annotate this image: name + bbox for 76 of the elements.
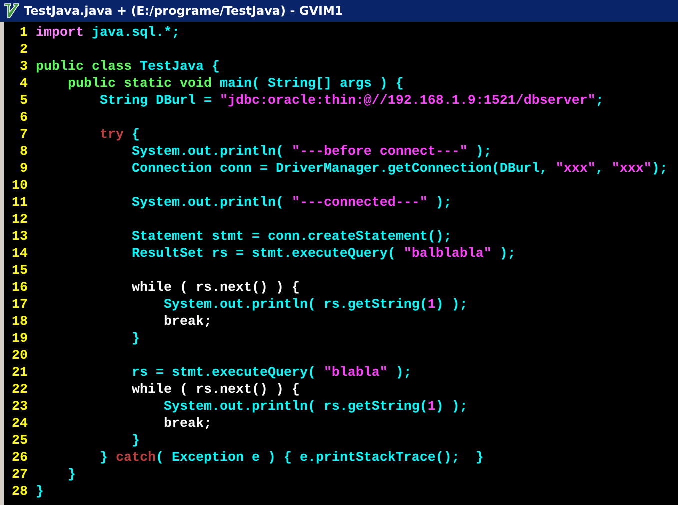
code-text: System.out.println( rs.getString(	[162, 297, 428, 314]
line-number: 24	[11, 416, 28, 433]
string-literal: "jdbc:oracle:thin:@//192.168.1.9:1521/dbserver"	[220, 93, 596, 110]
line-number: 4	[19, 76, 28, 93]
string-literal: "balblabla"	[404, 246, 492, 263]
code-text: Connection conn = DriverManager.getConnection(DBurl,	[130, 161, 549, 178]
string-literal: "blabla"	[324, 365, 388, 382]
keyword: public class	[36, 59, 132, 76]
code-text: );	[394, 365, 412, 382]
code-text: System.out.println(	[130, 144, 285, 161]
vim-logo-icon	[4, 3, 20, 19]
keyword: catch	[116, 450, 156, 467]
line-number: 11	[11, 195, 28, 212]
keyword: try	[98, 127, 124, 144]
code-text: String DBurl =	[98, 93, 213, 110]
line-number: 20	[11, 348, 28, 365]
window-title: TestJava.java + (E:/programe/TestJava) - GVIM1	[24, 4, 344, 18]
line-number: 6	[19, 110, 28, 127]
code-text: );	[498, 246, 516, 263]
line-number: 15	[11, 263, 28, 280]
code-text: ) );	[436, 297, 468, 314]
keyword: break;	[162, 416, 212, 433]
code-text: );	[474, 144, 492, 161]
string-literal: "---connected---"	[292, 195, 428, 212]
line-number: 5	[19, 93, 28, 110]
code-text: {	[130, 127, 140, 144]
line-number: 10	[11, 178, 28, 195]
code-text: TestJava {	[138, 59, 220, 76]
code-text: );	[652, 161, 668, 178]
code-text: );	[434, 195, 452, 212]
code-text: }	[36, 484, 44, 501]
keyword: break;	[162, 314, 212, 331]
code-text: ) );	[436, 399, 468, 416]
code-text: ,	[596, 161, 605, 178]
line-number: 25	[11, 433, 28, 450]
keyword: public static void	[66, 76, 212, 93]
code-text: ResultSet rs = stmt.executeQuery(	[130, 246, 397, 263]
line-number: 19	[11, 331, 28, 348]
line-number: 27	[11, 467, 28, 484]
line-number: 18	[11, 314, 28, 331]
code-text: }	[130, 433, 140, 450]
line-number: 17	[11, 297, 28, 314]
code-text: }	[130, 331, 140, 348]
code-text: System.out.println( rs.getString(	[162, 399, 428, 416]
string-literal: "---before connect---"	[292, 144, 468, 161]
line-number: 14	[11, 246, 28, 263]
line-number: 3	[19, 59, 28, 76]
line-number: 9	[19, 161, 28, 178]
code-text: }	[98, 450, 109, 467]
keyword: import	[36, 25, 84, 42]
code-text: System.out.println(	[130, 195, 285, 212]
code-text: ;	[596, 93, 604, 110]
keyword: while ( rs.next() ) {	[130, 280, 300, 297]
line-number: 16	[11, 280, 28, 297]
number-literal: 1	[428, 399, 436, 416]
code-text: java.sql.*;	[90, 25, 180, 42]
code-text: Statement stmt = conn.createStatement();	[130, 229, 452, 246]
number-literal: 1	[428, 297, 436, 314]
line-number: 23	[11, 399, 28, 416]
line-number: 26	[11, 450, 28, 467]
line-number: 22	[11, 382, 28, 399]
line-number: 8	[19, 144, 28, 161]
line-number: 1	[19, 25, 28, 42]
code-text: main( String[] args ) {	[218, 76, 404, 93]
line-number: 2	[19, 42, 28, 59]
string-literal: "xxx"	[556, 161, 596, 178]
code-text: }	[66, 467, 76, 484]
line-number: 28	[11, 484, 28, 501]
line-number: 12	[11, 212, 28, 229]
line-number: 21	[11, 365, 28, 382]
keyword: while ( rs.next() ) {	[130, 382, 300, 399]
line-number: 13	[11, 229, 28, 246]
code-text: ( Exception e ) { e.printStackTrace(); }	[156, 450, 484, 467]
string-literal: "xxx"	[612, 161, 652, 178]
code-text: rs = stmt.executeQuery(	[130, 365, 317, 382]
line-number: 7	[19, 127, 28, 144]
